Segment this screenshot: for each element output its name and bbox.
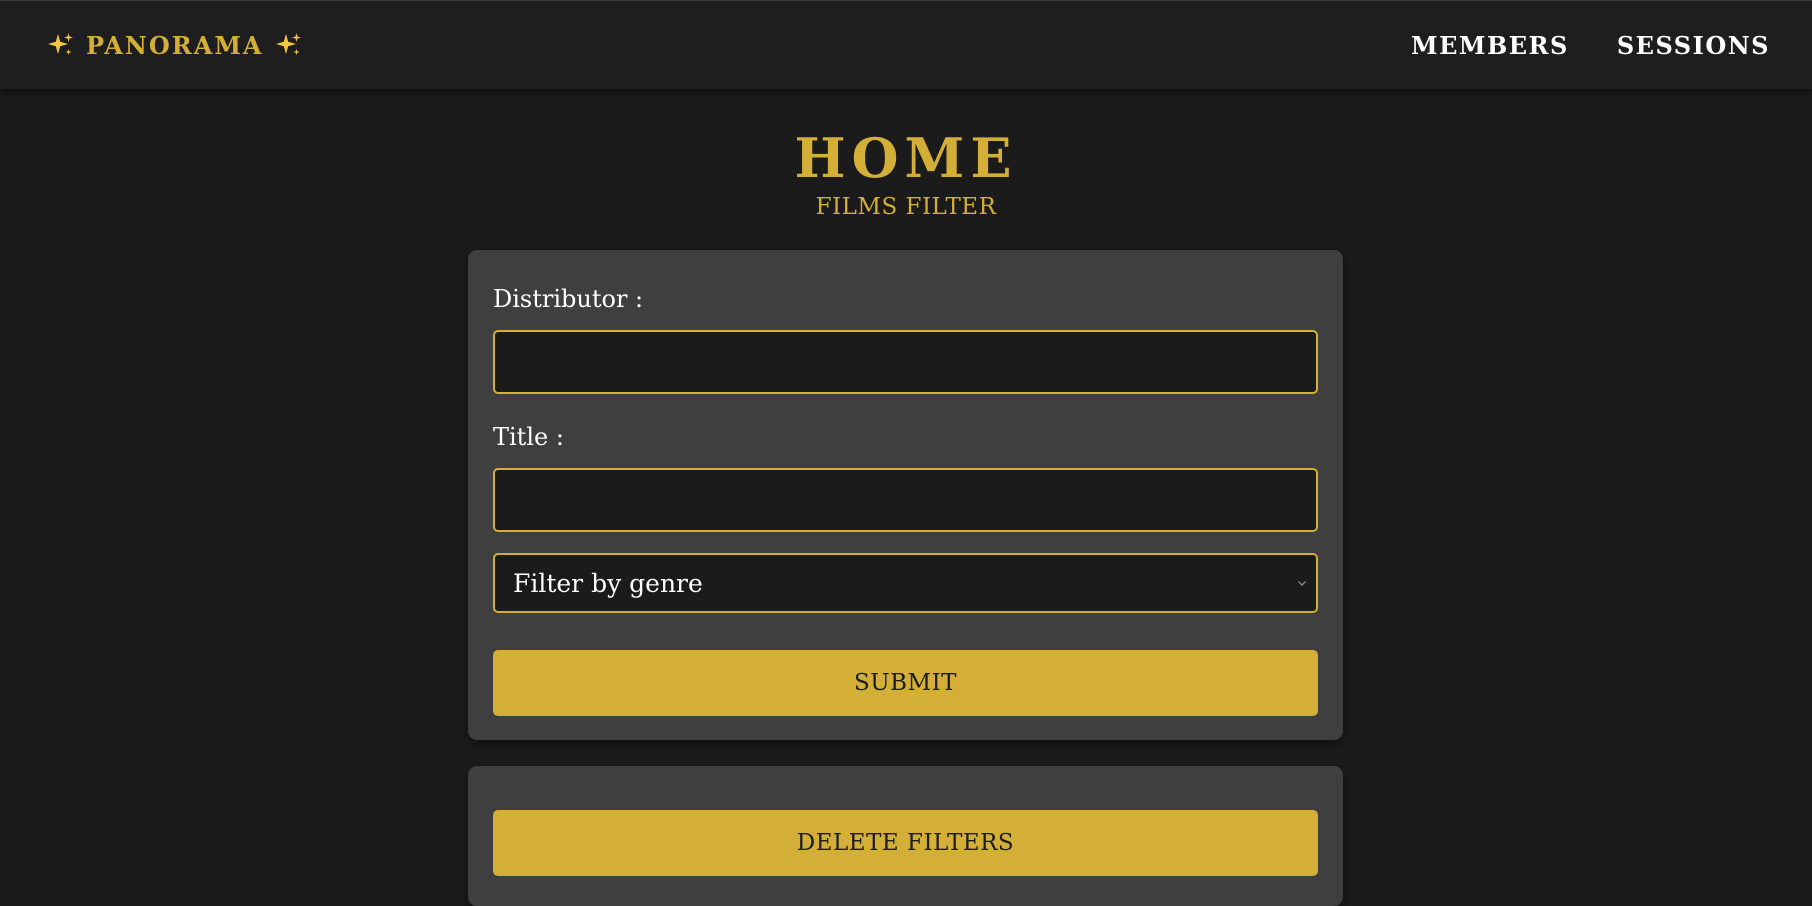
page-heading: HOME FILMS FILTER (0, 126, 1812, 224)
top-navbar: PANORAMA MEMBERS SESSIONS (0, 0, 1812, 89)
page-subtitle: FILMS FILTER (815, 194, 997, 220)
title-label: Title : (493, 423, 564, 451)
nav-links: MEMBERS SESSIONS (1411, 31, 1770, 60)
sparkles-icon (274, 30, 304, 60)
nav-link-members[interactable]: MEMBERS (1411, 31, 1569, 60)
title-input[interactable] (493, 468, 1318, 532)
nav-link-sessions[interactable]: SESSIONS (1617, 31, 1770, 60)
distributor-label: Distributor : (493, 285, 644, 313)
distributor-input[interactable] (493, 330, 1318, 394)
films-filter-form: Distributor : Title : Filter by genre SU… (468, 250, 1343, 740)
submit-button[interactable]: SUBMIT (493, 650, 1318, 716)
genre-select-value: Filter by genre (513, 568, 703, 598)
filter-actions-card: DELETE FILTERS (468, 766, 1343, 906)
chevron-down-icon (1296, 577, 1308, 589)
brand-name: PANORAMA (86, 30, 264, 60)
page-title: HOME (794, 126, 1018, 190)
delete-filters-button[interactable]: DELETE FILTERS (493, 810, 1318, 876)
brand-logo[interactable]: PANORAMA (46, 30, 304, 60)
genre-select[interactable]: Filter by genre (493, 553, 1318, 613)
sparkles-icon (46, 30, 76, 60)
